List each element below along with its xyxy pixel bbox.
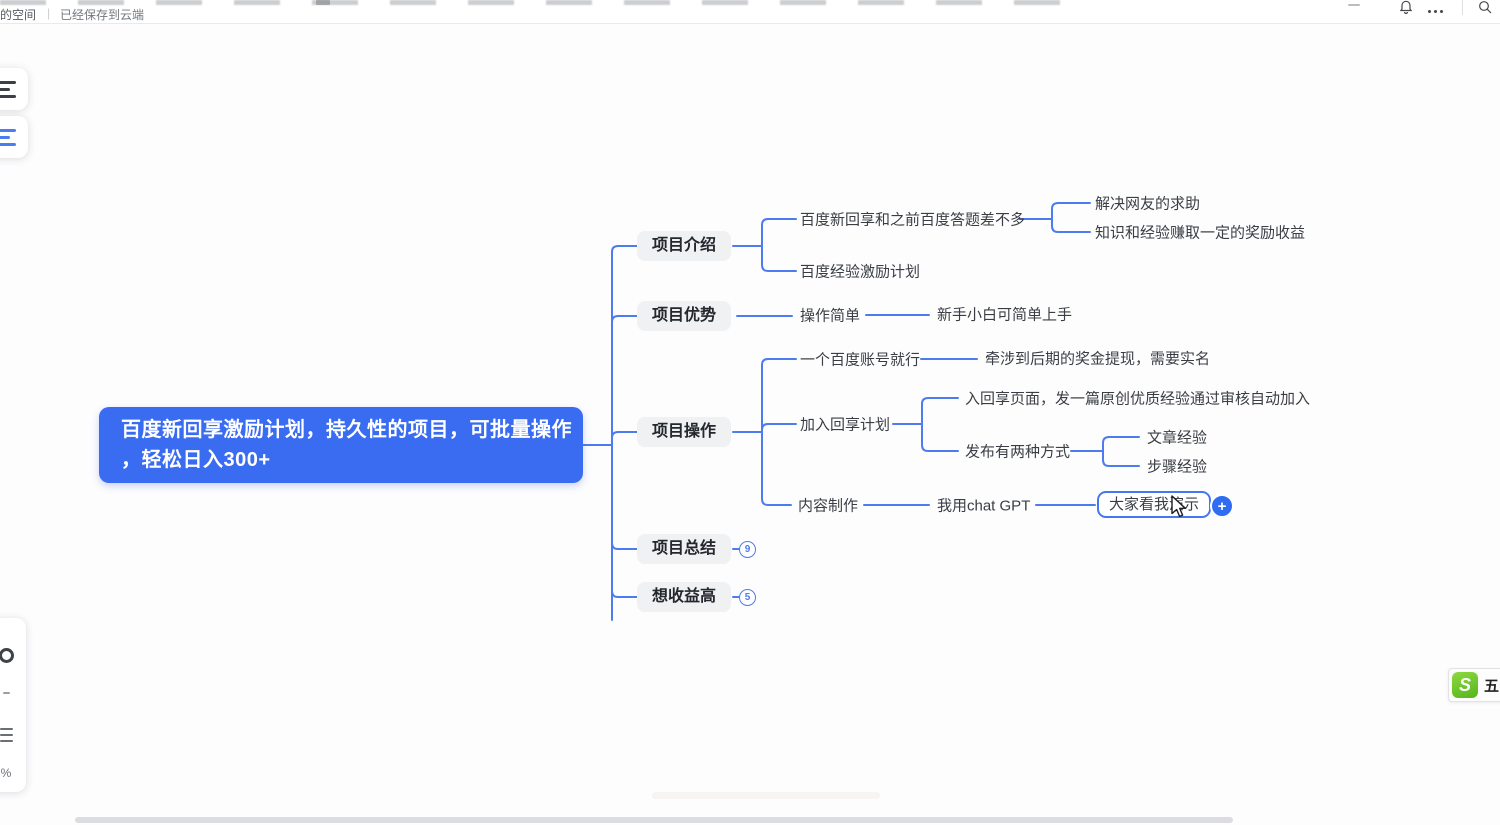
node-op-child2[interactable]: 加入回享计划: [800, 414, 890, 435]
node-article-exp[interactable]: 文章经验: [1147, 427, 1207, 448]
left-tool-structure[interactable]: [0, 116, 28, 158]
collapse-badge-summary[interactable]: 9: [739, 541, 756, 558]
node-chatgpt[interactable]: 我用chat GPT: [937, 495, 1030, 516]
ime-indicator[interactable]: S 五: [1448, 668, 1500, 702]
branch-node-advantage[interactable]: 项目优势: [637, 301, 731, 331]
branch-node-operation[interactable]: 项目操作: [637, 417, 731, 447]
mindmap-app: 我的空间 | 已经保存到云端 %: [0, 0, 1500, 825]
node-intro-grandchild1[interactable]: 解决网友的求助: [1095, 193, 1200, 214]
outline-dark-icon: [0, 79, 16, 100]
workspace-link[interactable]: 我的空间: [0, 6, 36, 23]
node-op-grandchild2[interactable]: 入回享页面，发一篇原创优质经验通过审核自动加入: [965, 388, 1310, 409]
add-child-button[interactable]: +: [1210, 494, 1234, 518]
node-step-exp[interactable]: 步骤经验: [1147, 456, 1207, 477]
selected-node-demo[interactable]: 大家看我演示: [1097, 491, 1211, 518]
left-tool-outline[interactable]: [0, 68, 28, 110]
zoom-percent-label: %: [0, 766, 26, 780]
node-op-grandchild1[interactable]: 牵涉到后期的奖金提现，需要实名: [985, 348, 1210, 369]
node-intro-child1[interactable]: 百度新回享和之前百度答题差不多: [800, 209, 1025, 230]
node-adv-grandchild1[interactable]: 新手小白可简单上手: [937, 304, 1072, 325]
search-icon[interactable]: [1477, 0, 1493, 15]
node-op-child3[interactable]: 内容制作: [798, 495, 858, 516]
root-node-line2: ，轻松日入300+: [121, 445, 561, 475]
branch-node-intro[interactable]: 项目介绍: [637, 231, 731, 261]
node-intro-grandchild2[interactable]: 知识和经验赚取一定的奖励收益: [1095, 222, 1305, 243]
list-icon[interactable]: [0, 726, 26, 744]
clipped-toolbar-remnant-dark: [316, 0, 330, 5]
root-node-line1: 百度新回享激励计划，持久性的项目，可批量操作: [121, 415, 561, 445]
collapse-badge-income[interactable]: 5: [739, 589, 756, 606]
bottom-left-toolbar: %: [0, 618, 26, 792]
topbar-separator: [1462, 0, 1463, 15]
top-bar: 我的空间 | 已经保存到云端: [0, 0, 1500, 24]
clipped-toolbar-remnant: [0, 0, 1090, 5]
node-adv-child1[interactable]: 操作简单: [800, 305, 860, 326]
ime-mode-label: 五: [1484, 675, 1499, 696]
sogou-logo-icon: S: [1452, 672, 1478, 698]
bell-icon[interactable]: [1398, 0, 1414, 15]
branch-node-income[interactable]: 想收益高: [637, 582, 731, 612]
branch-node-summary[interactable]: 项目总结: [637, 534, 731, 564]
minimize-dash: [1348, 4, 1360, 6]
node-op-child1[interactable]: 一个百度账号就行: [800, 349, 920, 370]
node-intro-child2[interactable]: 百度经验激励计划: [800, 261, 920, 282]
canvas-shadow-bar: [652, 792, 880, 799]
root-node[interactable]: 百度新回享激励计划，持久性的项目，可批量操作 ，轻松日入300+: [99, 407, 583, 483]
node-op-grandchild3[interactable]: 发布有两种方式: [965, 441, 1070, 462]
save-status-text: 已经保存到云端: [60, 6, 144, 23]
dash-icon[interactable]: [0, 692, 26, 694]
horizontal-scrollbar[interactable]: [75, 817, 1233, 823]
outline-blue-icon: [0, 127, 16, 148]
locate-icon[interactable]: [0, 648, 26, 663]
topbar-divider: |: [47, 6, 50, 20]
more-icon[interactable]: [1428, 3, 1444, 19]
